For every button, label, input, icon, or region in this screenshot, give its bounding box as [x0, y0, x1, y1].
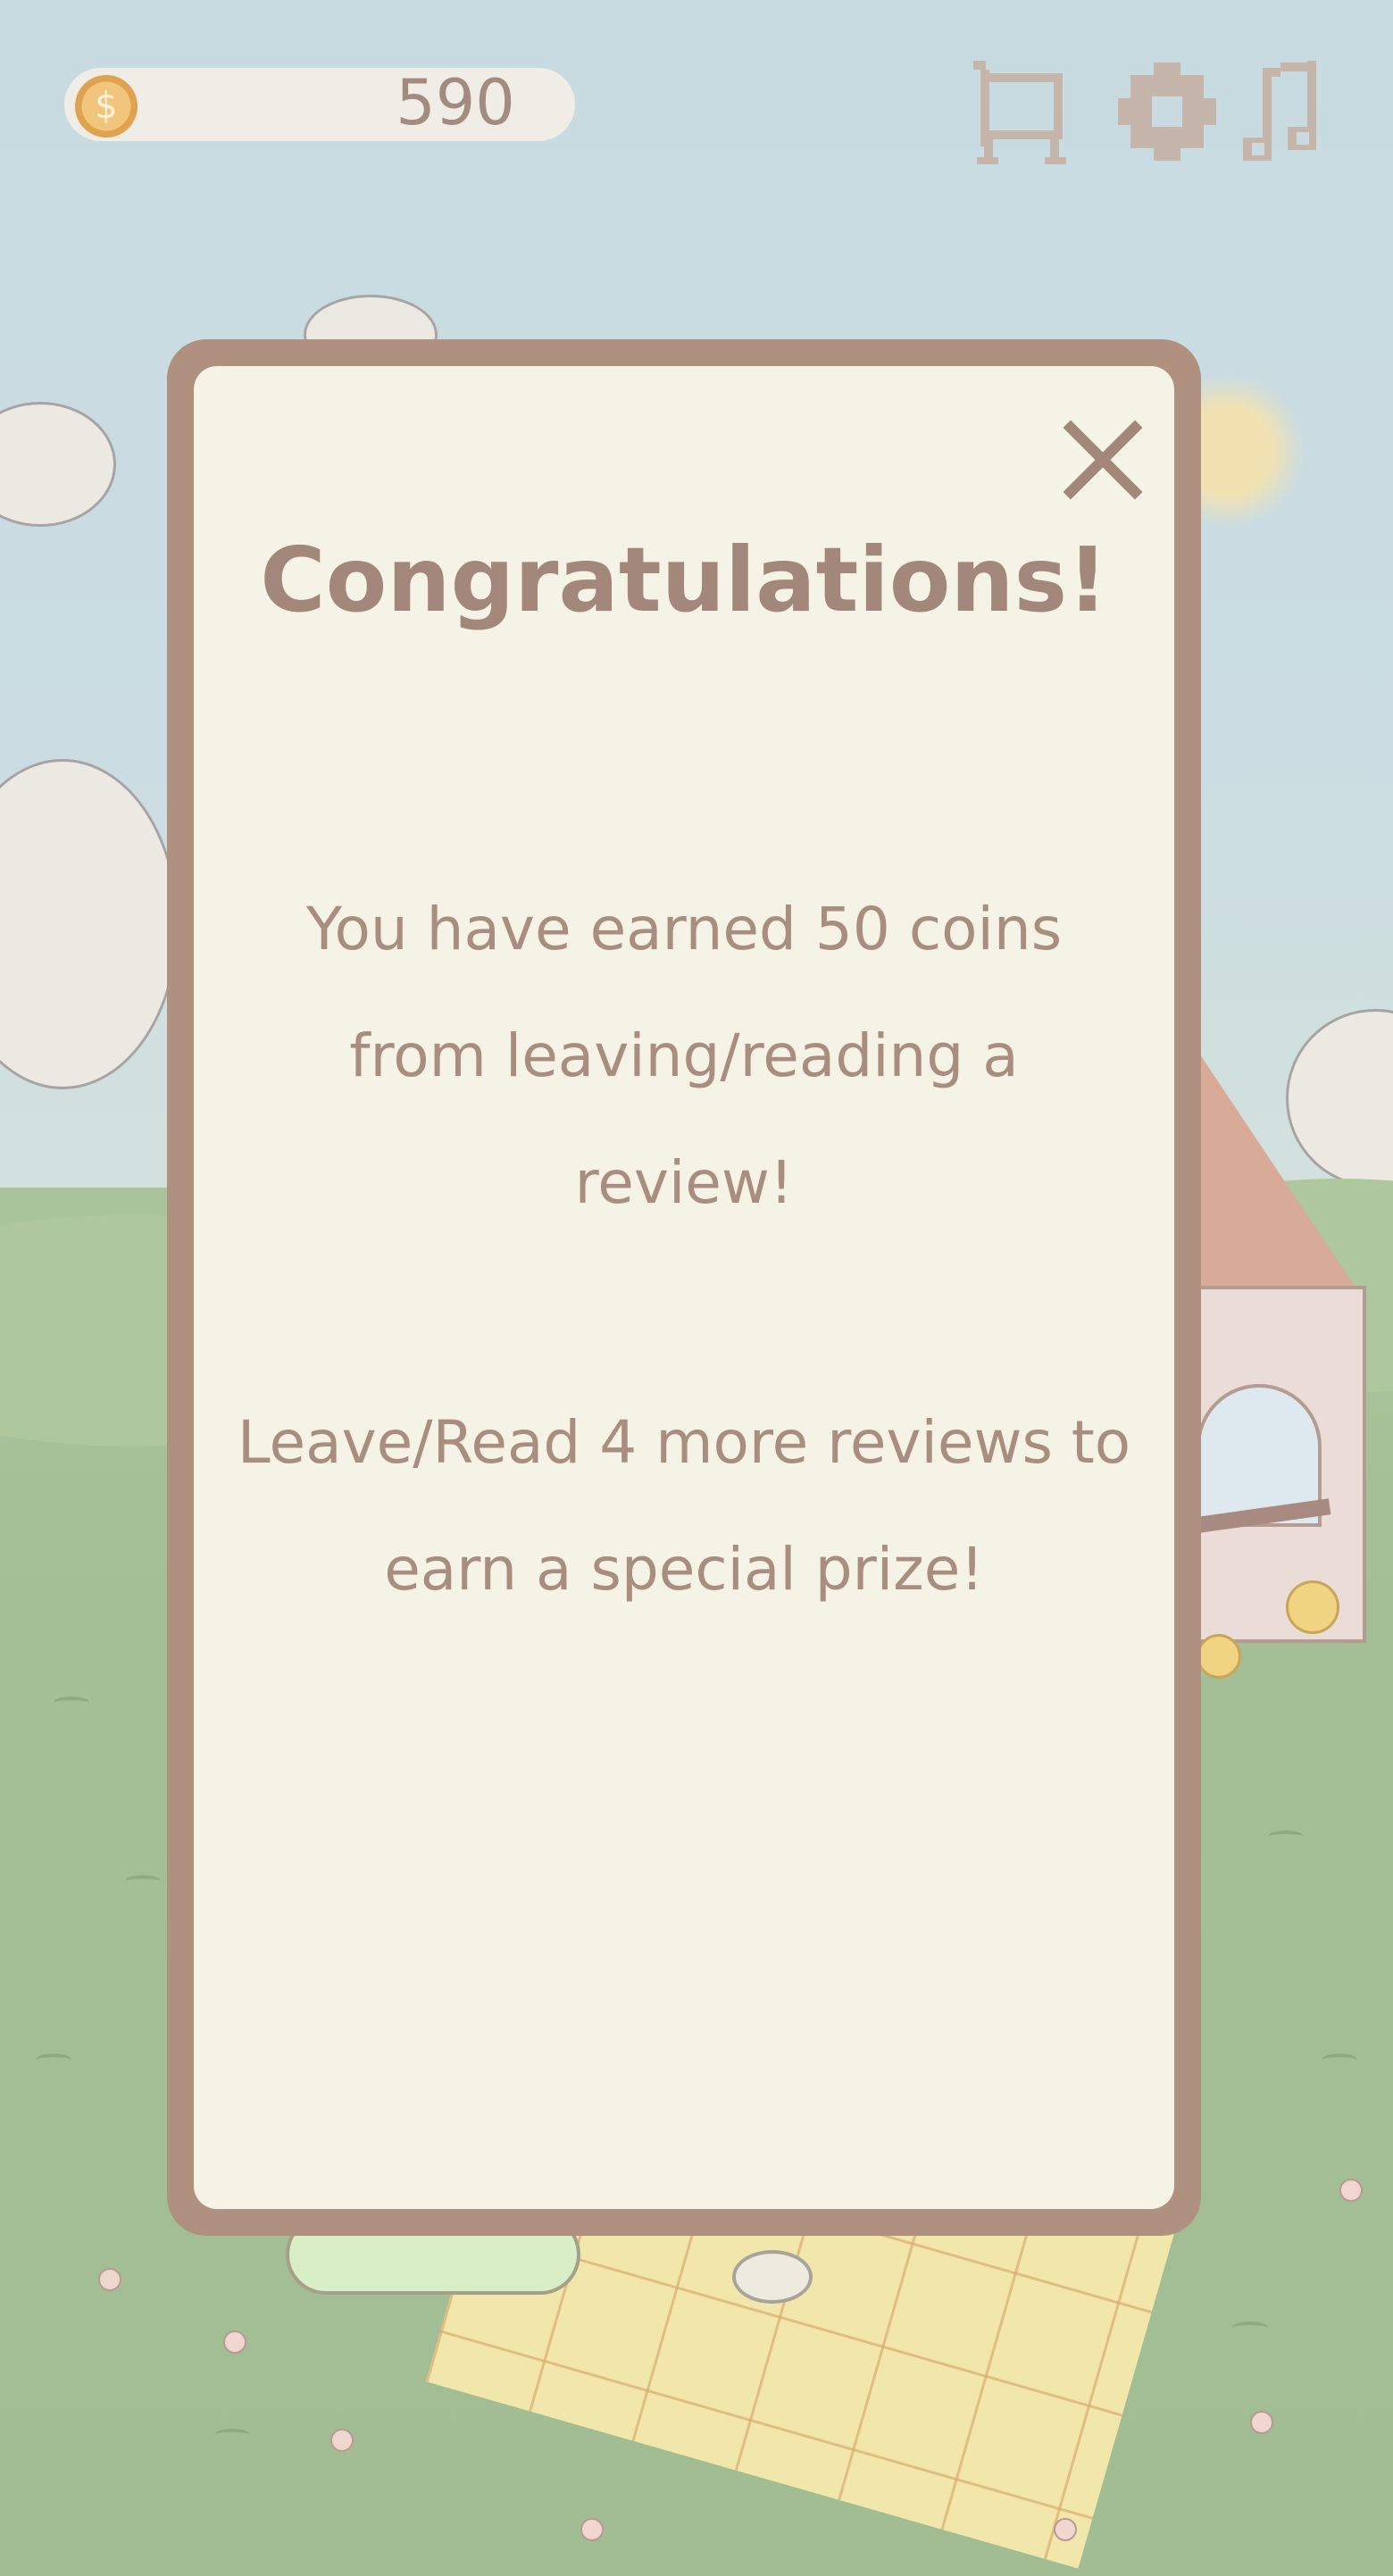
blossom	[1250, 2411, 1273, 2434]
review-reward-dialog	[194, 366, 1174, 2209]
coin-symbol: $	[95, 86, 118, 127]
coin-icon: $	[75, 75, 138, 138]
music-note-icon[interactable]	[1239, 61, 1325, 166]
grass-tuft	[214, 2429, 250, 2441]
blossom	[1054, 2518, 1077, 2541]
teacup	[732, 2250, 813, 2304]
grass-tuft	[54, 1696, 89, 1709]
grass-tuft	[36, 2054, 71, 2066]
dialog-title: Congratulations!	[260, 528, 1108, 632]
coin-count: 590	[396, 66, 515, 139]
grass-tuft	[1268, 1830, 1304, 1843]
grass-tuft	[1232, 2322, 1268, 2334]
flower	[1197, 1634, 1241, 1679]
remaining-reviews-message: Leave/Read 4 more reviews to earn a spec…	[237, 1408, 1131, 1604]
blossom	[1339, 2179, 1363, 2202]
close-icon[interactable]	[1058, 415, 1147, 504]
flower	[1286, 1580, 1339, 1634]
blossom	[223, 2330, 246, 2354]
blossom	[98, 2268, 121, 2291]
settings-gear-icon[interactable]	[1118, 63, 1216, 161]
reward-message: You have earned 50 coins from leaving/re…	[305, 895, 1063, 1217]
grass-tuft	[125, 1875, 161, 1888]
blossom	[330, 2429, 354, 2452]
blossom	[580, 2518, 604, 2541]
grass-tuft	[1322, 2054, 1357, 2066]
shop-cart-icon[interactable]	[973, 61, 1068, 166]
